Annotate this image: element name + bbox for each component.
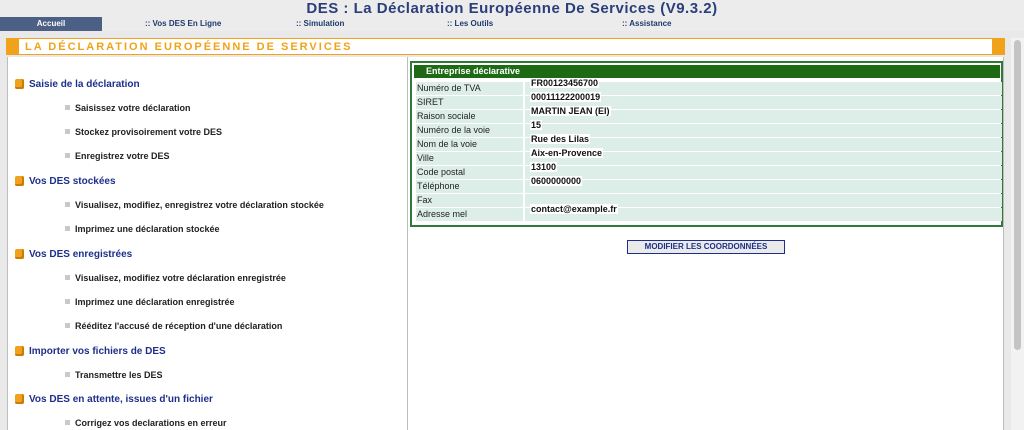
menu-heading-label: Saisie de la déclaration [29, 79, 140, 90]
bullet-icon [65, 323, 70, 328]
vertical-scrollbar[interactable] [1011, 38, 1024, 430]
app-title: DES : La Déclaration Européenne De Servi… [0, 0, 1024, 17]
menu-item-label: Visualisez, modifiez votre déclaration e… [75, 273, 286, 283]
row-value: contact@example.fr [530, 204, 618, 214]
menu-heading-label: Importer vos fichiers de DES [29, 346, 166, 357]
row-value: 15 [530, 120, 543, 130]
section-bar-right-accent [992, 38, 1005, 55]
menu-heading-importer[interactable]: Importer vos fichiers de DES [15, 346, 166, 357]
company-row-siret: SIRET 00011122200019 [416, 92, 1002, 109]
menu-item-saisissez[interactable]: Saisissez votre déclaration [65, 103, 191, 113]
row-label: Téléphone [416, 180, 523, 193]
menu-item-transmettre[interactable]: Transmettre les DES [65, 370, 163, 380]
bullet-icon [65, 153, 70, 158]
menu-item-label: Rééditez l'accusé de réception d'une déc… [75, 321, 283, 331]
company-row-ville: Ville Aix-en-Provence [416, 148, 1002, 165]
menu-item-enregistrez[interactable]: Enregistrez votre DES [65, 151, 170, 161]
menu-item-label: Enregistrez votre DES [75, 151, 170, 161]
menu-item-imprimez-enregistree[interactable]: Imprimez une déclaration enregistrée [65, 297, 235, 307]
menu-heading-label: Vos DES enregistrées [29, 249, 133, 260]
menu-item-label: Stockez provisoirement votre DES [75, 127, 223, 137]
company-row-tva: Numéro de TVA FR00123456700 [416, 78, 1002, 95]
top-navigation: Accueil :: Vos DES En Ligne :: Simulatio… [0, 17, 1024, 31]
bullet-icon [65, 202, 70, 207]
tab-les-outils[interactable]: :: Les Outils [447, 17, 493, 31]
modify-coordinates-button[interactable]: MODIFIER LES COORDONNÉES [627, 240, 785, 254]
menu-heading-saisie[interactable]: Saisie de la déclaration [15, 79, 140, 90]
company-info-box: Entreprise déclarative Numéro de TVA FR00… [410, 61, 1003, 227]
folder-bullet-icon [15, 249, 24, 259]
menu-heading-en-attente[interactable]: Vos DES en attente, issues d'un fichier [15, 394, 213, 405]
bullet-icon [65, 275, 70, 280]
row-value: 13100 [530, 162, 558, 172]
section-title: LA DÉCLARATION EUROPÉENNE DE SERVICES [25, 41, 353, 53]
company-row-nom-voie: Nom de la voie Rue des Lilas [416, 134, 1002, 151]
company-row-fax: Fax [416, 194, 1002, 207]
menu-item-reeditez-accuse[interactable]: Rééditez l'accusé de réception d'une déc… [65, 321, 283, 331]
row-value-cell: 13100 [525, 162, 1002, 179]
row-label: Nom de la voie [416, 138, 523, 151]
menu-item-visualisez-enregistree[interactable]: Visualisez, modifiez votre déclaration e… [65, 273, 286, 283]
row-value: FR00123456700 [530, 78, 600, 88]
menu-item-label: Transmettre les DES [75, 370, 163, 380]
tab-simulation[interactable]: :: Simulation [296, 17, 344, 31]
bullet-icon [65, 372, 70, 377]
row-value-cell: contact@example.fr [525, 204, 1002, 221]
row-label: SIRET [416, 96, 523, 109]
row-value-cell: 15 [525, 120, 1002, 137]
row-value-cell: Aix-en-Provence [525, 148, 1002, 165]
tab-accueil[interactable]: Accueil [0, 17, 102, 31]
menu-item-visualisez-stockee[interactable]: Visualisez, modifiez, enregistrez votre … [65, 200, 324, 210]
row-label: Numéro de la voie [416, 124, 523, 137]
section-bar-left-accent [6, 38, 19, 55]
folder-bullet-icon [15, 176, 24, 186]
menu-item-label: Saisissez votre déclaration [75, 103, 191, 113]
bullet-icon [65, 299, 70, 304]
folder-bullet-icon [15, 79, 24, 89]
folder-bullet-icon [15, 394, 24, 404]
menu-item-imprimez-stockee[interactable]: Imprimez une déclaration stockée [65, 224, 220, 234]
bullet-icon [65, 226, 70, 231]
row-value-cell: 0600000000 [525, 176, 1002, 193]
menu-heading-label: Vos DES stockées [29, 176, 116, 187]
company-row-adresse-mel: Adresse mel contact@example.fr [416, 204, 1002, 221]
menu-heading-stockees[interactable]: Vos DES stockées [15, 176, 116, 187]
bullet-icon [65, 420, 70, 425]
section-title-bar: LA DÉCLARATION EUROPÉENNE DE SERVICES [6, 38, 1005, 55]
bullet-icon [65, 129, 70, 134]
menu-item-stockez[interactable]: Stockez provisoirement votre DES [65, 127, 223, 137]
tab-assistance[interactable]: :: Assistance [622, 17, 672, 31]
company-row-raison-sociale: Raison sociale MARTIN JEAN (EI) [416, 106, 1002, 123]
row-value: Rue des Lilas [530, 134, 591, 144]
row-label: Numéro de TVA [416, 82, 523, 95]
company-header: Entreprise déclarative [414, 65, 1000, 78]
row-value: 00011122200019 [530, 92, 602, 102]
row-label: Adresse mel [416, 208, 523, 221]
menu-item-corrigez[interactable]: Corrigez vos declarations en erreur [65, 418, 227, 428]
menu-heading-enregistrees[interactable]: Vos DES enregistrées [15, 249, 133, 260]
menu-item-label: Corrigez vos declarations en erreur [75, 418, 227, 428]
folder-bullet-icon [15, 346, 24, 356]
row-value: Aix-en-Provence [530, 148, 604, 158]
row-label: Code postal [416, 166, 523, 179]
menu-item-label: Visualisez, modifiez, enregistrez votre … [75, 200, 324, 210]
menu-item-label: Imprimez une déclaration enregistrée [75, 297, 235, 307]
row-value-cell: MARTIN JEAN (EI) [525, 106, 1002, 123]
tab-vos-des-en-ligne[interactable]: :: Vos DES En Ligne [145, 17, 221, 31]
row-label: Raison sociale [416, 110, 523, 123]
menu-item-label: Imprimez une déclaration stockée [75, 224, 220, 234]
row-label: Fax [416, 194, 523, 207]
company-row-code-postal: Code postal 13100 [416, 162, 1002, 179]
menu-heading-label: Vos DES en attente, issues d'un fichier [29, 394, 213, 405]
bullet-icon [65, 105, 70, 110]
row-value: 0600000000 [530, 176, 583, 186]
company-row-numero-voie: Numéro de la voie 15 [416, 120, 1002, 137]
scrollbar-thumb[interactable] [1014, 40, 1021, 350]
company-row-telephone: Téléphone 0600000000 [416, 176, 1002, 193]
row-value: MARTIN JEAN (EI) [530, 106, 611, 116]
row-label: Ville [416, 152, 523, 165]
